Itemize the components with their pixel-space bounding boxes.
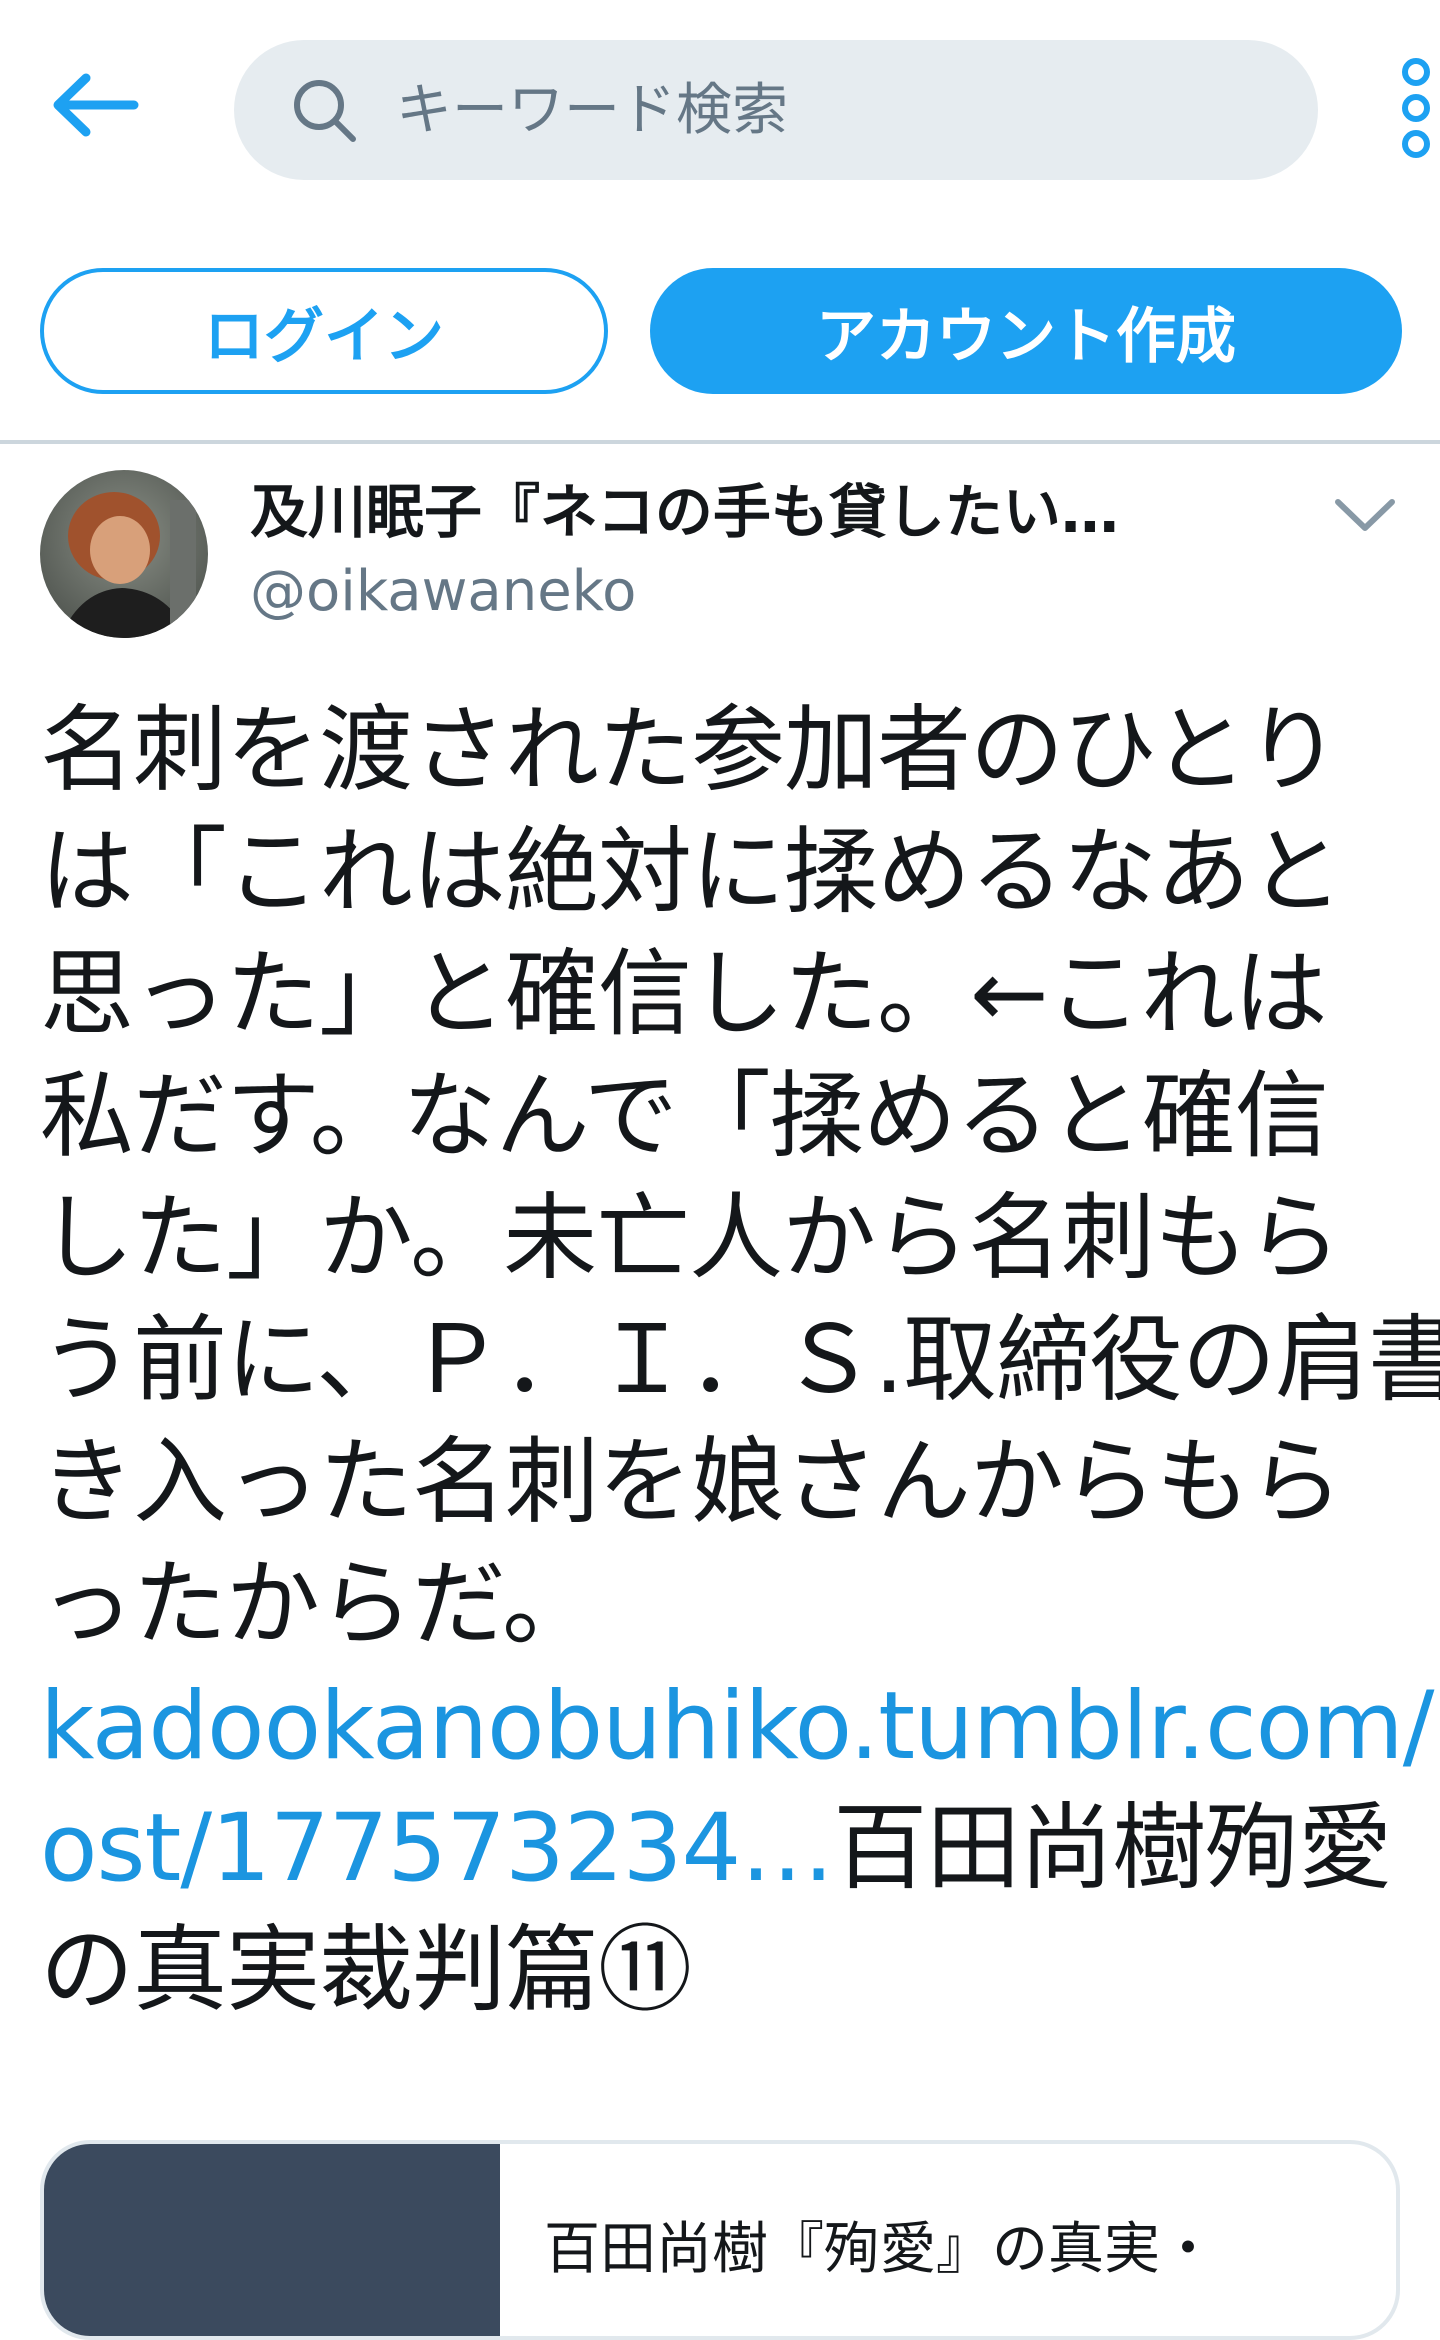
vertical-ellipsis-icon [1402,58,1430,158]
auth-buttons: ログイン アカウント作成 [0,268,1440,400]
tweet-text-line: う前に、Ｐ．Ｉ．Ｓ.取締役の肩書 [40,1306,1440,1415]
tweet-text: 名刺を渡された参加者のひとり は「これは絶対に揉めるなあと 思った」と確信した。… [40,690,1440,2032]
tweet-text-after-link: 百田尚樹殉愛 [833,1794,1392,1903]
tweet-text-line: は「これは絶対に揉めるなあと [40,818,1343,927]
card-title: 百田尚樹『殉愛』の真実・ [544,2217,1216,2282]
divider [0,440,1440,444]
tweet-text-line: 思った」と確信した。←これは [40,940,1328,1049]
tweet-text-line: 私だす。なんで「揉めると確信 [40,1062,1329,1171]
link-preview-card[interactable]: 百田尚樹『殉愛』の真実・ [40,2140,1400,2340]
tweet-link-continued[interactable]: ost/177573234… [40,1794,834,1903]
search-bar[interactable] [234,40,1318,180]
search-icon [284,70,364,150]
author-display-name[interactable]: 及川眠子『ネコの手も貸したい… [250,470,1210,554]
tweet-text-line: の真実裁判篇⑪ [40,1916,692,2025]
arrow-left-icon [53,73,139,137]
top-bar [0,0,1440,220]
search-input[interactable] [394,59,1258,161]
tweet-link-line: ost/177573234…百田尚樹殉愛 [40,1788,1410,1910]
tweet-text-line: した」か。未亡人から名刺もら [40,1184,1341,1293]
card-thumbnail [44,2144,500,2336]
tweet-menu-button[interactable] [1320,480,1410,550]
login-button[interactable]: ログイン [40,268,608,394]
tweet-link-line: kadookanobuhiko.tumblr.com/p [40,1666,1440,1788]
create-account-button[interactable]: アカウント作成 [650,268,1402,394]
back-button[interactable] [40,50,150,160]
avatar[interactable] [40,470,208,638]
tweet-header: 及川眠子『ネコの手も貸したい… @oikawaneko [0,460,1440,640]
tweet-text-line: 名刺を渡された参加者のひとり [40,696,1340,805]
author-handle[interactable]: @oikawaneko [250,552,636,632]
tweet-text-line: き入った名刺を娘さんからもら [40,1428,1343,1537]
chevron-down-icon [1335,499,1395,531]
tweet-link[interactable]: kadookanobuhiko.tumblr.com/p [40,1672,1440,1781]
tweet-text-line: ったからだ。 [40,1550,596,1659]
more-options-button[interactable] [1392,56,1440,166]
